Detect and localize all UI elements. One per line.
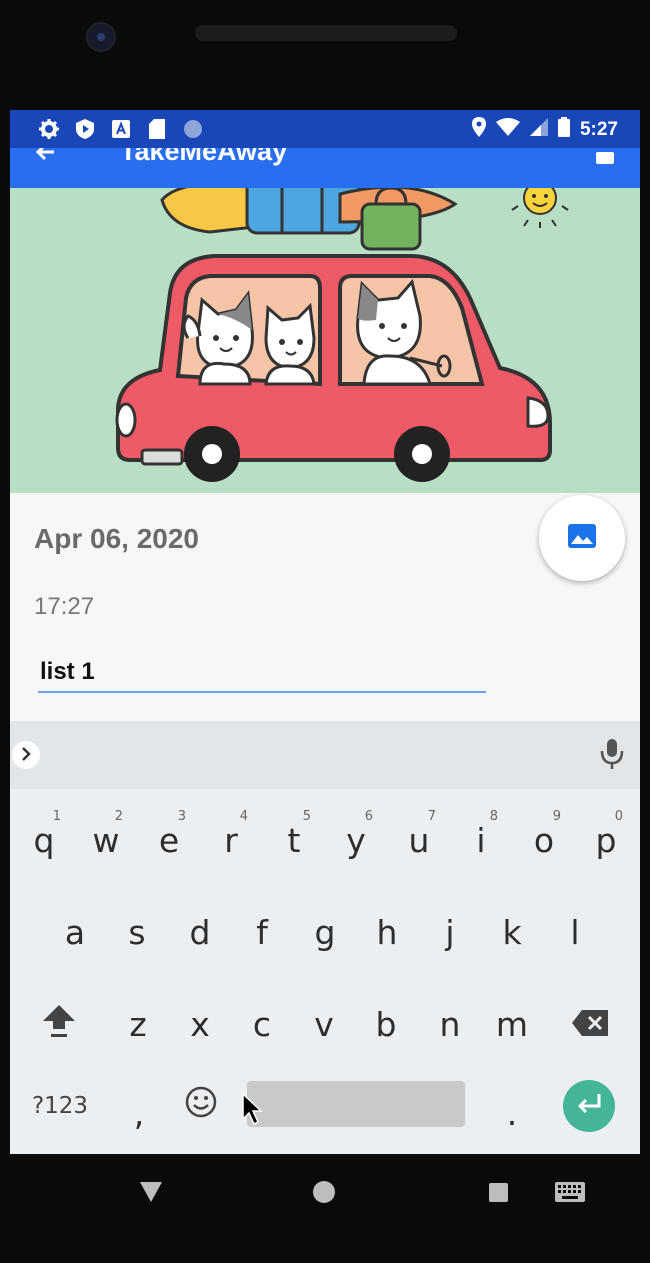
screen: 5:27 TakeMeAway Apr 06, 2020 17:27 list …	[10, 110, 640, 1154]
key-p[interactable]: p0	[575, 805, 637, 875]
battery-icon	[557, 117, 570, 143]
sun-illustration	[511, 188, 569, 228]
enter-key[interactable]	[563, 1080, 615, 1132]
earpiece-speaker	[195, 25, 457, 41]
red-car	[115, 254, 552, 482]
expand-toolbar-button[interactable]	[12, 741, 40, 769]
shift-key[interactable]	[28, 989, 90, 1059]
key-g[interactable]: g	[294, 897, 356, 967]
status-time: 5:27	[579, 119, 618, 140]
emoji-key[interactable]	[170, 1081, 232, 1131]
key-j[interactable]: j	[419, 897, 481, 967]
system-nav-bar	[0, 1154, 650, 1229]
key-row-2: a s d f g h j k l	[10, 897, 640, 967]
key-l[interactable]: l	[544, 897, 606, 967]
key-b[interactable]: b	[355, 989, 417, 1059]
soft-keyboard: q1 w2 e3 r4 t5 y6 u7 i8 o9 p0 a s d f g …	[10, 721, 640, 1154]
image-icon	[568, 523, 596, 553]
key-w[interactable]: w2	[75, 805, 137, 875]
key-row-3: z x c v b n m	[10, 989, 640, 1059]
location-icon	[471, 117, 486, 143]
recents-square-icon[interactable]	[489, 1183, 508, 1202]
key-v[interactable]: v	[293, 989, 355, 1059]
text-icon	[110, 118, 132, 140]
circle-icon	[182, 118, 204, 140]
key-o[interactable]: o9	[513, 805, 575, 875]
symbols-key[interactable]: ?123	[28, 1081, 92, 1131]
mouse-pointer-icon	[242, 1092, 264, 1127]
home-circle-icon[interactable]	[313, 1181, 335, 1203]
chevron-right-icon	[21, 744, 31, 767]
signal-icon	[529, 118, 548, 142]
cat-passenger-2	[264, 302, 316, 386]
app-bar: TakeMeAway	[10, 148, 640, 188]
key-x[interactable]: x	[169, 989, 231, 1059]
key-row-1: q1 w2 e3 r4 t5 y6 u7 i8 o9 p0	[10, 805, 640, 875]
backspace-icon	[572, 1005, 608, 1044]
key-a[interactable]: a	[44, 897, 106, 967]
key-k[interactable]: k	[481, 897, 543, 967]
enter-icon	[575, 1093, 603, 1119]
front-camera	[86, 22, 116, 52]
period-key[interactable]: .	[481, 1081, 543, 1133]
key-f[interactable]: f	[231, 897, 293, 967]
key-q[interactable]: q1	[13, 805, 75, 875]
key-i[interactable]: i8	[450, 805, 512, 875]
save-icon[interactable]	[596, 152, 614, 164]
back-triangle-icon[interactable]	[140, 1182, 162, 1207]
key-z[interactable]: z	[107, 989, 169, 1059]
key-m[interactable]: m	[481, 989, 543, 1059]
add-image-button[interactable]	[539, 495, 625, 581]
sd-card-icon	[146, 118, 168, 140]
list-name-input[interactable]	[38, 657, 486, 693]
app-title: TakeMeAway	[120, 148, 288, 166]
key-c[interactable]: c	[231, 989, 293, 1059]
header-illustration	[10, 188, 640, 493]
entry-time[interactable]: 17:27	[34, 593, 94, 621]
comma-key[interactable]: ,	[108, 1081, 170, 1133]
key-u[interactable]: u7	[388, 805, 450, 875]
suggestion-strip	[10, 721, 640, 789]
shift-icon	[41, 1003, 77, 1045]
key-s[interactable]: s	[106, 897, 168, 967]
entry-details: Apr 06, 2020 17:27	[10, 493, 640, 723]
settings-icon	[38, 118, 60, 140]
key-d[interactable]: d	[169, 897, 231, 967]
back-arrow-icon[interactable]	[34, 148, 58, 164]
device-frame: 5:27 TakeMeAway Apr 06, 2020 17:27 list …	[0, 0, 650, 1263]
key-t[interactable]: t5	[263, 805, 325, 875]
microphone-icon[interactable]	[600, 737, 624, 771]
play-protect-icon	[74, 118, 96, 140]
backspace-key[interactable]	[559, 989, 621, 1059]
roof-luggage	[160, 188, 458, 251]
status-bar: 5:27	[10, 110, 640, 148]
keyboard-switch-icon[interactable]	[555, 1182, 585, 1202]
key-h[interactable]: h	[356, 897, 418, 967]
emoji-icon	[185, 1086, 217, 1126]
space-bar[interactable]	[247, 1081, 465, 1127]
wifi-icon	[495, 118, 520, 142]
entry-date[interactable]: Apr 06, 2020	[34, 523, 199, 555]
key-e[interactable]: e3	[138, 805, 200, 875]
key-y[interactable]: y6	[325, 805, 387, 875]
key-r[interactable]: r4	[200, 805, 262, 875]
key-n[interactable]: n	[419, 989, 481, 1059]
